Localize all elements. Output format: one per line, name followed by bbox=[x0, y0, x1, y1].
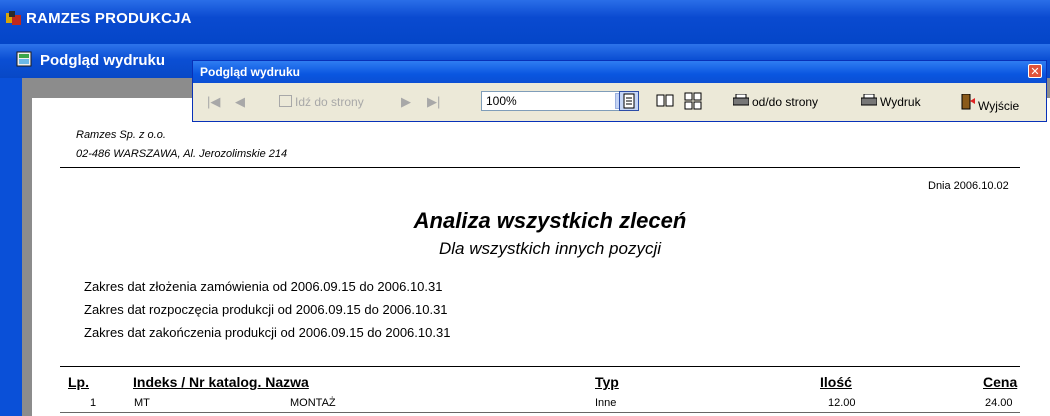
preview-window-icon bbox=[16, 51, 32, 67]
range-line: Zakres dat zakończenia produkcji od 2006… bbox=[84, 325, 451, 340]
column-header-ilosc: Ilość bbox=[820, 374, 852, 390]
exit-door-icon bbox=[961, 94, 975, 110]
toolbar-title: Podgląd wydruku bbox=[200, 65, 301, 79]
report-subtitle: Dla wszystkich innych pozycji bbox=[438, 239, 661, 258]
toolbar-row: |◀ ◀ Idź do strony ▶ ▶| 100% ▼ bbox=[193, 84, 1046, 121]
print-range-button[interactable]: od/do strony bbox=[733, 94, 818, 109]
cell-indeks: MT bbox=[134, 397, 150, 409]
window-left-frame bbox=[0, 78, 22, 416]
printer-icon bbox=[733, 94, 749, 106]
single-page-view-button[interactable] bbox=[619, 91, 639, 111]
close-button[interactable]: ✕ bbox=[1028, 64, 1042, 78]
column-header-lp: Lp. bbox=[68, 374, 89, 390]
column-header-cena: Cena bbox=[983, 374, 1018, 390]
preview-toolbar-window[interactable]: Podgląd wydruku ✕ |◀ ◀ Idź do strony ▶ ▶… bbox=[192, 60, 1047, 122]
single-page-icon bbox=[623, 93, 635, 109]
app-titlebar[interactable]: RAMZES PRODUKCJA bbox=[0, 0, 1050, 44]
row-divider bbox=[60, 412, 1020, 413]
table-top-divider bbox=[60, 366, 1020, 367]
exit-label: Wyjście bbox=[978, 99, 1020, 113]
range-line: Zakres dat rozpoczęcia produkcji od 2006… bbox=[84, 302, 448, 317]
cell-typ: Inne bbox=[595, 397, 617, 409]
column-header-indeks: Indeks / Nr katalog. Nazwa bbox=[133, 374, 309, 390]
printer-icon bbox=[861, 94, 877, 106]
print-button[interactable]: Wydruk bbox=[861, 94, 921, 109]
first-page-button[interactable]: |◀ bbox=[207, 94, 220, 110]
cell-ilosc: 12.00 bbox=[828, 397, 856, 409]
mdi-title: Podgląd wydruku bbox=[40, 52, 166, 69]
prev-page-button[interactable]: ◀ bbox=[235, 94, 245, 110]
goto-page-icon bbox=[279, 95, 292, 107]
two-page-view-button[interactable] bbox=[655, 91, 675, 111]
two-page-icon bbox=[656, 94, 674, 107]
report-date: Dnia 2006.10.02 bbox=[928, 180, 1009, 192]
toolbar-titlebar[interactable]: Podgląd wydruku ✕ bbox=[193, 61, 1046, 83]
column-header-typ: Typ bbox=[595, 374, 619, 390]
zoom-select[interactable]: 100% ▼ bbox=[481, 91, 633, 111]
range-line: Zakres dat złożenia zamówienia od 2006.0… bbox=[84, 279, 443, 294]
four-page-view-button[interactable] bbox=[683, 91, 703, 111]
print-label: Wydruk bbox=[880, 95, 921, 109]
cell-lp: 1 bbox=[90, 397, 97, 409]
company-name: Ramzes Sp. z o.o. bbox=[76, 129, 166, 141]
cell-cena: 24.00 bbox=[985, 397, 1013, 409]
print-range-label: od/do strony bbox=[752, 95, 819, 109]
goto-page-button[interactable]: Idź do strony bbox=[279, 95, 364, 109]
exit-button[interactable]: Wyjście bbox=[961, 94, 1019, 113]
company-address: 02-486 WARSZAWA, Al. Jerozolimskie 214 bbox=[76, 148, 288, 160]
four-page-icon bbox=[684, 92, 702, 110]
app-title: RAMZES PRODUKCJA bbox=[26, 10, 192, 27]
header-divider bbox=[60, 167, 1020, 168]
close-icon: ✕ bbox=[1030, 65, 1040, 78]
goto-page-label: Idź do strony bbox=[295, 95, 364, 109]
last-page-button[interactable]: ▶| bbox=[427, 94, 440, 110]
ramzes-app-icon bbox=[6, 11, 21, 25]
zoom-value: 100% bbox=[486, 94, 517, 108]
cell-nazwa: MONTAŻ bbox=[290, 397, 336, 409]
report-title: Analiza wszystkich zleceń bbox=[413, 208, 687, 233]
next-page-button[interactable]: ▶ bbox=[401, 94, 411, 110]
